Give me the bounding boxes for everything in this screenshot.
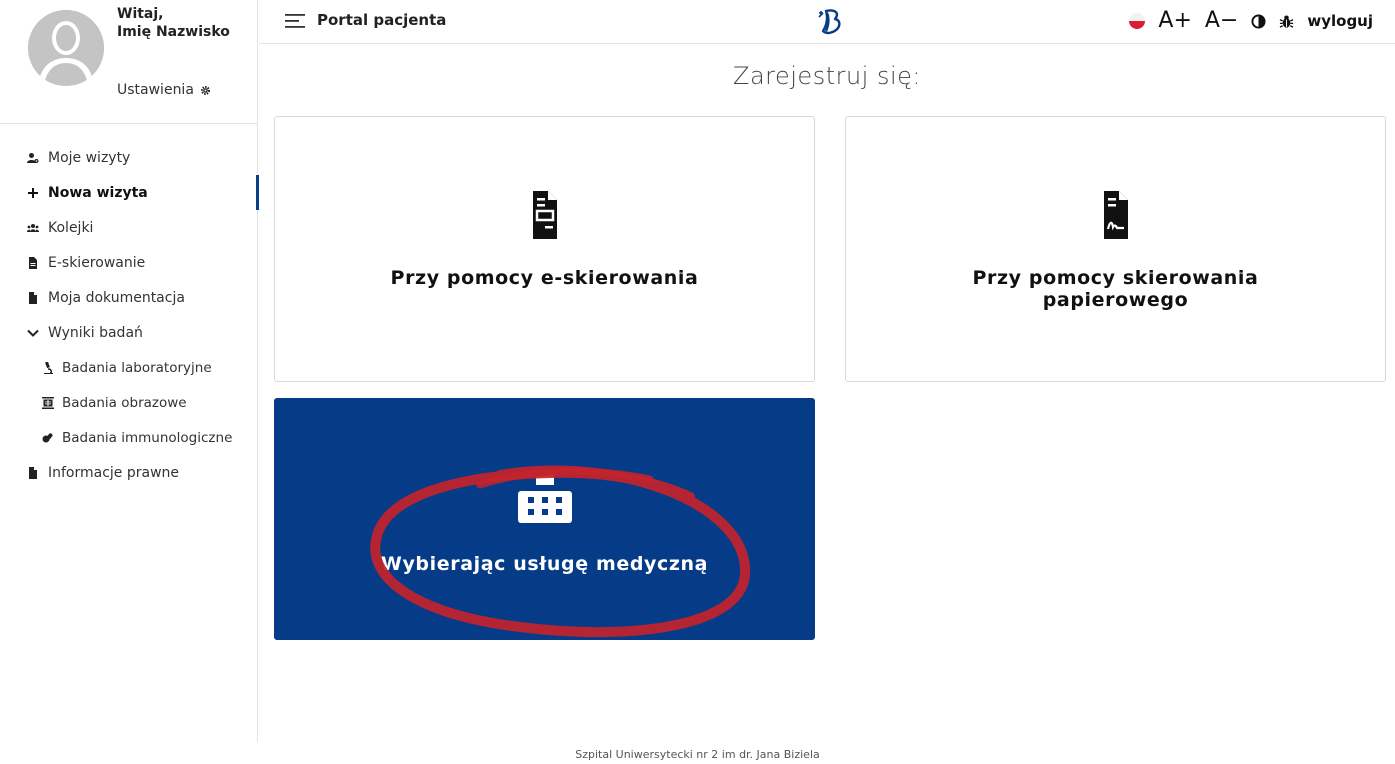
user-profile: Witaj, Imię Nazwisko Ustawienia (0, 0, 257, 124)
xray-icon (42, 396, 54, 409)
sidebar-item-wyniki-badan[interactable]: Wyniki badań (0, 315, 258, 350)
card-label: Przy pomocy e-skierowania (390, 267, 699, 289)
language-flag-icon[interactable] (1129, 13, 1146, 29)
sidebar-item-label: Nowa wizyta (48, 184, 148, 201)
card-label: Wybierając usługę medyczną (380, 553, 709, 575)
sidebar-item-label: Badania immunologiczne (62, 429, 233, 446)
sidebar-item-label: Badania laboratoryjne (62, 359, 212, 376)
sidebar-item-badania-laboratoryjne[interactable]: Badania laboratoryjne (0, 350, 258, 385)
hospital-logo-icon[interactable] (815, 5, 845, 37)
sidebar-item-label: E-skierowanie (48, 254, 146, 271)
file-lines-icon (532, 191, 557, 239)
sidebar-item-kolejki[interactable]: Kolejki (0, 210, 258, 245)
plus-icon (27, 187, 39, 199)
page-title: Zarejestruj się: (733, 62, 921, 90)
greeting: Witaj, (117, 6, 164, 22)
microscope-icon (42, 361, 54, 374)
user-avatar-icon (28, 10, 104, 86)
hospital-icon (517, 475, 572, 523)
register-e-referral-card[interactable]: Przy pomocy e-skierowania (274, 116, 815, 382)
chevron-down-icon (27, 327, 39, 339)
sidebar-item-label: Kolejki (48, 219, 94, 236)
settings-label: Ustawienia (117, 82, 194, 98)
file-icon (27, 256, 39, 269)
file-icon (27, 466, 39, 479)
contrast-icon[interactable] (1251, 13, 1266, 29)
user-name: Imię Nazwisko (117, 24, 230, 40)
sidebar-item-badania-immunologiczne[interactable]: Badania immunologiczne (0, 420, 258, 455)
portal-title: Portal pacjenta (317, 11, 447, 29)
pills-icon (42, 432, 54, 444)
settings-link[interactable]: Ustawienia (117, 82, 211, 98)
file-signature-icon (1103, 191, 1128, 239)
sidebar-item-nowa-wizyta[interactable]: Nowa wizyta (0, 175, 259, 210)
sidebar-nav: Moje wizyty Nowa wizyta Kolejki E-skiero… (0, 140, 259, 490)
sidebar: Witaj, Imię Nazwisko Ustawienia Moje wiz… (0, 0, 259, 742)
font-decrease-button[interactable]: A− (1205, 6, 1238, 36)
menu-toggle-icon[interactable] (285, 13, 307, 29)
sidebar-item-label: Wyniki badań (48, 324, 143, 341)
font-increase-button[interactable]: A+ (1158, 6, 1191, 36)
app-root: Witaj, Imię Nazwisko Ustawienia Moje wiz… (0, 0, 1395, 764)
card-label: Przy pomocy skierowania papierowego (972, 267, 1259, 311)
sidebar-item-label: Informacje prawne (48, 464, 180, 481)
footer-text: Szpital Uniwersytecki nr 2 im dr. Jana B… (575, 748, 820, 761)
avatar (28, 10, 104, 86)
register-paper-referral-card[interactable]: Przy pomocy skierowania papierowego (845, 116, 1386, 382)
gear-icon (200, 85, 210, 95)
sidebar-item-e-skierowanie[interactable]: E-skierowanie (0, 245, 258, 280)
sidebar-item-label: Moja dokumentacja (48, 289, 185, 306)
sidebar-item-label: Moje wizyty (48, 149, 131, 166)
sidebar-item-label: Badania obrazowe (62, 394, 187, 411)
sidebar-item-moje-wizyty[interactable]: Moje wizyty (0, 140, 258, 175)
register-medical-service-card[interactable]: Wybierając usługę medyczną (274, 398, 815, 640)
sidebar-item-moja-dokumentacja[interactable]: Moja dokumentacja (0, 280, 258, 315)
top-bar: Portal pacjenta A+ A− wyloguj (259, 0, 1395, 44)
user-gear-icon (27, 152, 39, 164)
toolbar: A+ A− wyloguj (1129, 6, 1373, 36)
users-icon (27, 222, 39, 234)
logout-button[interactable]: wyloguj (1307, 12, 1373, 30)
sidebar-item-badania-obrazowe[interactable]: Badania obrazowe (0, 385, 258, 420)
sidebar-item-informacje-prawne[interactable]: Informacje prawne (0, 455, 258, 490)
file-icon (27, 291, 39, 304)
bug-icon[interactable] (1279, 14, 1294, 29)
